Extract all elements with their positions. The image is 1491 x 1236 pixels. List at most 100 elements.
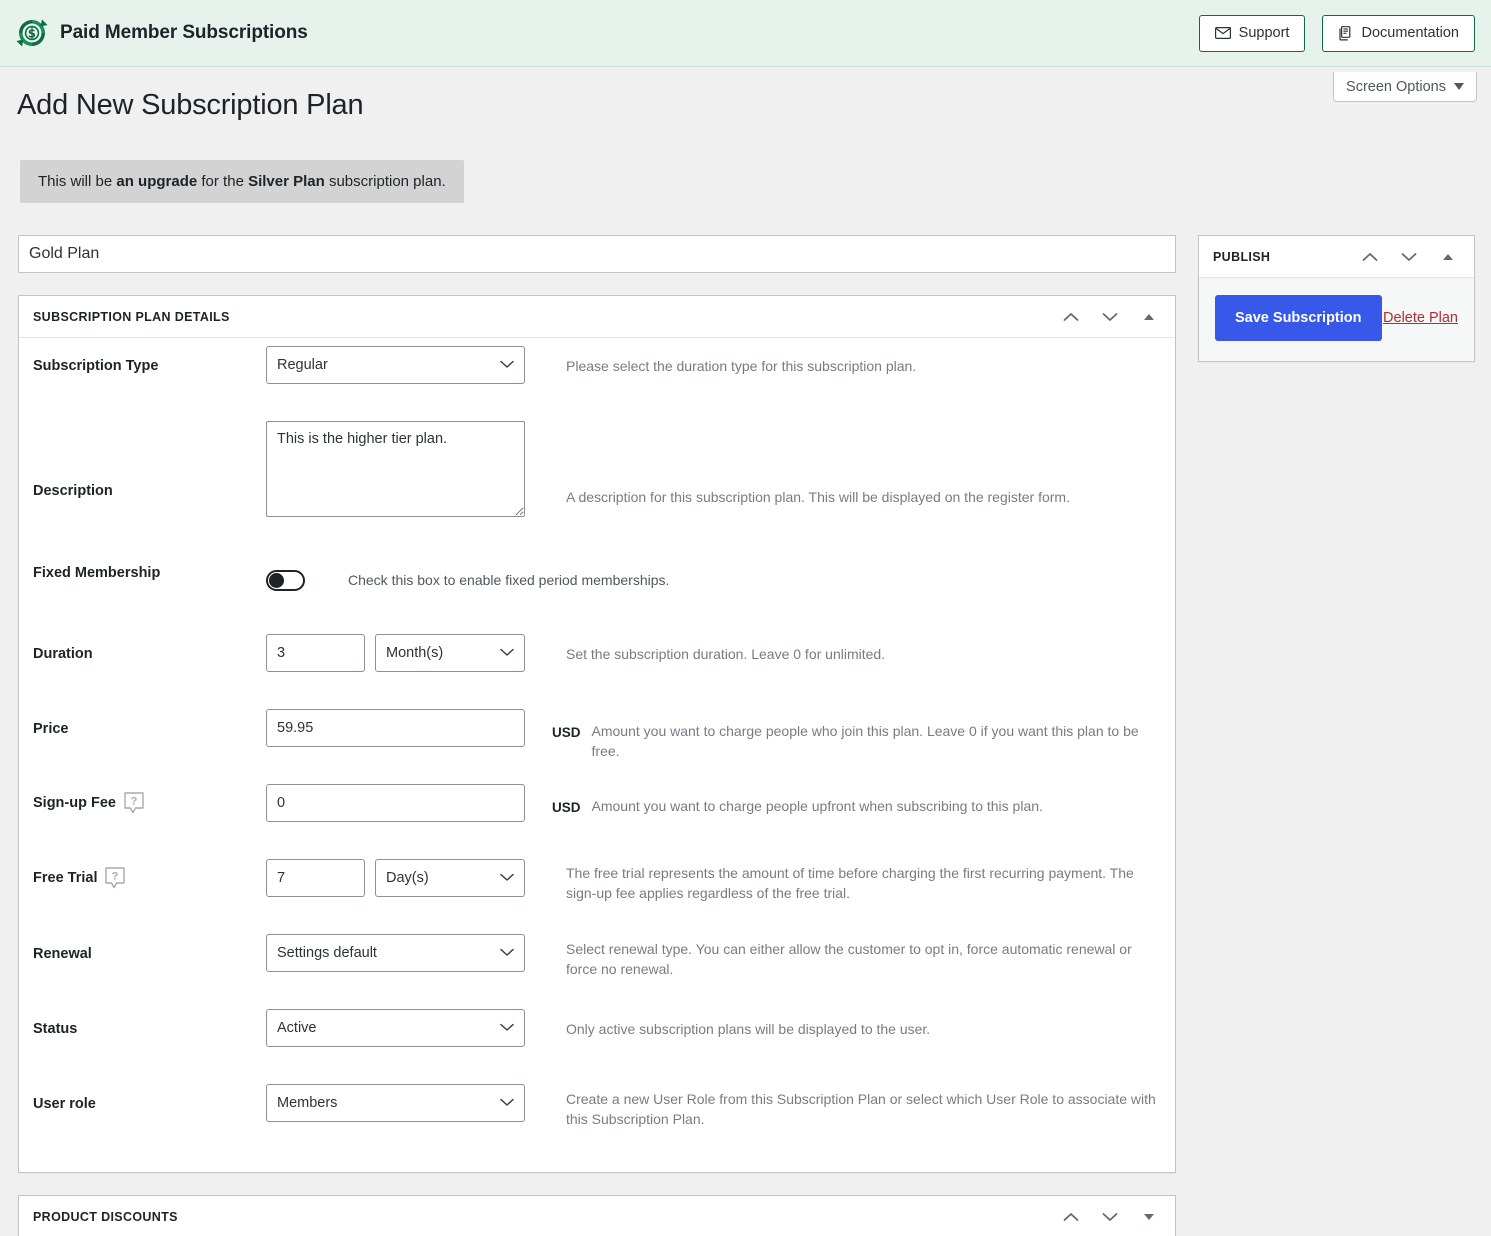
plan-title-input[interactable] [18, 235, 1176, 273]
side-column: Publish [1198, 235, 1475, 362]
description-textarea[interactable]: This is the higher tier plan. [266, 421, 525, 517]
status-description: Only active subscription plans will be d… [566, 1021, 931, 1037]
chevron-up-icon [1063, 1212, 1079, 1222]
details-collapse-toggle-button[interactable] [1135, 303, 1163, 331]
user-role-select-wrap: Members [266, 1084, 525, 1122]
subscription-type-control: Regular [266, 346, 547, 384]
header-actions: Support Documentation [1198, 14, 1475, 52]
signup-fee-input[interactable] [266, 784, 525, 822]
brand-identity: S Paid Member Subscriptions [16, 17, 308, 49]
status-select-wrap: Active [266, 1009, 525, 1047]
envelope-icon [1214, 27, 1231, 39]
details-panel-title: Subscription Plan Details [33, 309, 230, 324]
duration-unit-select-wrap: Month(s) [375, 634, 525, 672]
notice-bold-plan: Silver Plan [248, 173, 325, 190]
publish-move-up-button[interactable] [1356, 243, 1384, 271]
description-control: This is the higher tier plan. [266, 421, 547, 517]
status-select[interactable]: Active [266, 1009, 525, 1047]
help-tooltip-icon[interactable]: ? [124, 792, 144, 814]
signup-fee-label-wrap: Sign-up Fee ? [33, 784, 266, 814]
row-description: Description This is the higher tier plan… [19, 421, 1175, 559]
duration-unit-select[interactable]: Month(s) [375, 634, 525, 672]
publish-panel-handles [1356, 243, 1462, 271]
user-role-control: Members [266, 1084, 547, 1122]
price-currency-label: USD [552, 725, 581, 740]
upgrade-notice: This will be an upgrade for the Silver P… [20, 160, 464, 203]
price-description: Amount you want to charge people who joi… [591, 723, 1139, 760]
price-control [266, 709, 547, 747]
row-status: Status Active Only active subscription p… [19, 1009, 1175, 1084]
row-fixed-membership: Fixed Membership Check this box to enabl… [19, 559, 1175, 634]
duration-label: Duration [33, 646, 93, 662]
notice-text-1: This will be [38, 173, 117, 190]
description-description: A description for this subscription plan… [566, 489, 1070, 505]
user-role-select[interactable]: Members [266, 1084, 525, 1122]
details-panel-handles [1057, 303, 1163, 331]
documentation-button[interactable]: Documentation [1322, 14, 1475, 52]
details-move-down-button[interactable] [1096, 303, 1124, 331]
discounts-panel-header[interactable]: Product Discounts [19, 1196, 1175, 1236]
row-user-role: User role Members Create a new User Role… [19, 1084, 1175, 1162]
subscription-type-label: Subscription Type [33, 358, 159, 374]
row-price: Price USD Amount you want to charge peop… [19, 709, 1175, 784]
free-trial-label: Free Trial [33, 870, 98, 886]
row-free-trial: Free Trial ? 7 Day(s) The free trial rep… [19, 859, 1175, 934]
free-trial-unit-select-wrap: Day(s) [375, 859, 525, 897]
subscription-type-select[interactable]: Regular [266, 346, 525, 384]
duration-control: Month(s) [266, 634, 547, 672]
row-signup-fee: Sign-up Fee ? USD [19, 784, 1175, 859]
price-input[interactable] [266, 709, 525, 747]
price-description-wrap: USD Amount you want to charge people who… [547, 709, 1161, 762]
discounts-collapse-toggle-button[interactable] [1135, 1203, 1163, 1231]
chevron-down-icon [1102, 312, 1118, 322]
svg-text:?: ? [112, 871, 119, 883]
renewal-description: Select renewal type. You can either allo… [566, 941, 1132, 978]
signup-fee-control [266, 784, 547, 822]
brand-title: Paid Member Subscriptions [60, 22, 308, 43]
discounts-panel-handles [1057, 1203, 1163, 1231]
free-trial-control: Day(s) [266, 859, 547, 897]
main-column: Subscription Plan Details [18, 235, 1176, 1236]
chevron-down-icon [1401, 252, 1417, 262]
chevron-down-icon [1102, 1212, 1118, 1222]
notice-text-3: subscription plan. [324, 173, 446, 190]
signup-fee-description-wrap: USD Amount you want to charge people upf… [547, 784, 1161, 818]
renewal-label: Renewal [33, 946, 92, 962]
details-panel-body: Subscription Type Regular Please select … [19, 338, 1175, 1172]
publish-move-down-button[interactable] [1395, 243, 1423, 271]
discounts-move-up-button[interactable] [1057, 1203, 1085, 1231]
user-role-label: User role [33, 1096, 96, 1112]
screen-options-button[interactable]: Screen Options [1333, 72, 1477, 102]
fixed-membership-toggle[interactable] [266, 570, 305, 591]
delete-plan-link[interactable]: Delete Plan [1383, 310, 1458, 326]
support-button[interactable]: Support [1198, 14, 1306, 52]
documentation-label: Documentation [1361, 25, 1459, 41]
discounts-move-down-button[interactable] [1096, 1203, 1124, 1231]
renewal-select[interactable]: Settings default [266, 934, 525, 972]
free-trial-description: The free trial represents the amount of … [566, 865, 1134, 902]
product-discounts-panel: Product Discounts [18, 1195, 1176, 1236]
status-label: Status [33, 1021, 78, 1037]
renewal-select-wrap: Settings default [266, 934, 525, 972]
free-trial-unit-select[interactable]: Day(s) [375, 859, 525, 897]
row-duration: Duration Month(s) [19, 634, 1175, 709]
details-move-up-button[interactable] [1057, 303, 1085, 331]
page-wrap: Add New Subscription Plan This will be a… [0, 89, 1491, 1236]
help-tooltip-icon[interactable]: ? [105, 867, 126, 889]
signup-fee-description: Amount you want to charge people upfront… [591, 798, 1043, 814]
price-label: Price [33, 721, 69, 737]
save-subscription-button[interactable]: Save Subscription [1215, 295, 1382, 341]
duration-value-input[interactable] [266, 634, 365, 672]
chevron-up-icon [1362, 252, 1378, 262]
publish-panel-title: Publish [1213, 249, 1271, 264]
fixed-membership-control: Check this box to enable fixed period me… [266, 559, 669, 591]
subscription-type-description: Please select the duration type for this… [566, 358, 917, 374]
notice-text-2: for the [197, 173, 249, 190]
svg-text:?: ? [131, 796, 138, 808]
free-trial-value-input[interactable] [266, 859, 365, 897]
publish-panel-body: Save Subscription Delete Plan [1199, 278, 1474, 361]
publish-collapse-toggle-button[interactable] [1434, 243, 1462, 271]
user-role-description: Create a new User Role from this Subscri… [566, 1091, 1156, 1128]
notice-bold-upgrade: an upgrade [116, 173, 198, 190]
status-control: Active [266, 1009, 547, 1047]
